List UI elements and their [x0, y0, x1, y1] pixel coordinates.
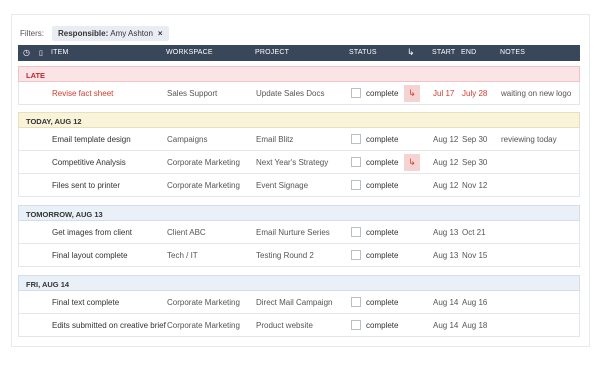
complete-checkbox[interactable]: [351, 227, 361, 237]
item-name[interactable]: Revise fact sheet: [52, 89, 113, 98]
end-date: Aug 16: [462, 298, 488, 307]
start-date: Aug 13: [433, 251, 459, 260]
table-row[interactable]: Email template design Campaigns Email Bl…: [18, 128, 580, 151]
item-name[interactable]: Final layout complete: [52, 251, 128, 260]
complete-checkbox[interactable]: [351, 180, 361, 190]
project-cell[interactable]: Testing Round 2: [256, 251, 314, 260]
status-label: complete: [366, 251, 399, 260]
filter-bar: Filters: Responsible: Amy Ashton ×: [20, 26, 169, 41]
end-date: Nov 12: [462, 181, 488, 190]
group-fri: FRI, AUG 14: [18, 275, 580, 291]
filters-label: Filters:: [20, 29, 44, 38]
col-notes[interactable]: NOTES: [500, 49, 525, 56]
complete-checkbox[interactable]: [351, 157, 361, 167]
table-row[interactable]: Revise fact sheet Sales Support Update S…: [18, 82, 580, 105]
table-row[interactable]: Get images from client Client ABC Email …: [18, 221, 580, 244]
item-name[interactable]: Files sent to printer: [52, 181, 120, 190]
status-label: complete: [366, 89, 399, 98]
attachment-icon[interactable]: ▯: [39, 49, 43, 57]
clock-icon[interactable]: ◷: [23, 48, 30, 57]
project-cell[interactable]: Product website: [256, 321, 313, 330]
col-status[interactable]: STATUS: [349, 49, 377, 56]
item-name[interactable]: Edits submitted on creative brief: [52, 321, 166, 330]
dependency-icon[interactable]: ↳: [404, 154, 420, 171]
status-label: complete: [366, 181, 399, 190]
item-name[interactable]: Competitive Analysis: [52, 158, 126, 167]
project-cell[interactable]: Email Nurture Series: [256, 228, 330, 237]
end-date: Oct 21: [462, 228, 486, 237]
col-end[interactable]: END: [461, 49, 476, 56]
start-date: Jul 17: [433, 89, 455, 98]
start-date: Aug 12: [433, 158, 459, 167]
table-row[interactable]: Final layout complete Tech / IT Testing …: [18, 244, 580, 267]
table-row[interactable]: Files sent to printer Corporate Marketin…: [18, 174, 580, 197]
end-date: Sep 30: [462, 135, 488, 144]
end-date: Aug 18: [462, 321, 488, 330]
status-label: complete: [366, 158, 399, 167]
notes-cell[interactable]: reviewing today: [501, 135, 557, 144]
item-name[interactable]: Email template design: [52, 135, 131, 144]
start-date: Aug 12: [433, 181, 459, 190]
filter-chip-responsible[interactable]: Responsible: Amy Ashton ×: [52, 26, 169, 41]
start-date: Aug 13: [433, 228, 459, 237]
end-date: Nov 15: [462, 251, 488, 260]
start-date: Aug 14: [433, 298, 459, 307]
project-cell[interactable]: Direct Mail Campaign: [256, 298, 332, 307]
complete-checkbox[interactable]: [351, 320, 361, 330]
table-row[interactable]: Final text complete Corporate Marketing …: [18, 291, 580, 314]
group-tomorrow: TOMORROW, AUG 13: [18, 205, 580, 221]
workspace-cell: Sales Support: [167, 89, 218, 98]
filter-chip-value: Amy Ashton: [110, 29, 153, 38]
status-label: complete: [366, 321, 399, 330]
workspace-cell: Corporate Marketing: [167, 158, 240, 167]
status-label: complete: [366, 228, 399, 237]
complete-checkbox[interactable]: [351, 250, 361, 260]
col-workspace[interactable]: WORKSPACE: [166, 49, 213, 56]
project-cell[interactable]: Update Sales Docs: [256, 89, 324, 98]
group-late: LATE: [18, 66, 580, 82]
table-row[interactable]: Edits submitted on creative brief Corpor…: [18, 314, 580, 337]
filter-chip-key: Responsible:: [58, 29, 109, 38]
close-icon[interactable]: ×: [158, 29, 163, 38]
workspace-cell: Corporate Marketing: [167, 181, 240, 190]
status-label: complete: [366, 298, 399, 307]
table-row[interactable]: Competitive Analysis Corporate Marketing…: [18, 151, 580, 174]
group-today: TODAY, AUG 12: [18, 112, 580, 128]
status-label: complete: [366, 135, 399, 144]
workspace-cell: Campaigns: [167, 135, 208, 144]
start-date: Aug 12: [433, 135, 459, 144]
item-name[interactable]: Final text complete: [52, 298, 119, 307]
workspace-cell: Tech / IT: [167, 251, 198, 260]
workspace-cell: Corporate Marketing: [167, 298, 240, 307]
col-start[interactable]: START: [432, 49, 455, 56]
col-item[interactable]: ITEM: [51, 49, 69, 56]
start-date: Aug 14: [433, 321, 459, 330]
end-date: July 28: [462, 89, 488, 98]
dependency-icon[interactable]: ↳: [404, 85, 420, 102]
table-header: ◷ ▯ ITEM WORKSPACE PROJECT STATUS ↳ STAR…: [18, 45, 580, 61]
workspace-cell: Client ABC: [167, 228, 206, 237]
complete-checkbox[interactable]: [351, 134, 361, 144]
dependency-icon[interactable]: ↳: [407, 47, 415, 58]
project-cell[interactable]: Next Year's Strategy: [256, 158, 328, 167]
project-cell[interactable]: Event Signage: [256, 181, 308, 190]
complete-checkbox[interactable]: [351, 88, 361, 98]
project-cell[interactable]: Email Blitz: [256, 135, 293, 144]
col-project[interactable]: PROJECT: [255, 49, 289, 56]
end-date: Sep 30: [462, 158, 488, 167]
item-name[interactable]: Get images from client: [52, 228, 132, 237]
task-table: ◷ ▯ ITEM WORKSPACE PROJECT STATUS ↳ STAR…: [18, 45, 580, 337]
workspace-cell: Corporate Marketing: [167, 321, 240, 330]
complete-checkbox[interactable]: [351, 297, 361, 307]
notes-cell[interactable]: waiting on new logo: [501, 89, 571, 98]
